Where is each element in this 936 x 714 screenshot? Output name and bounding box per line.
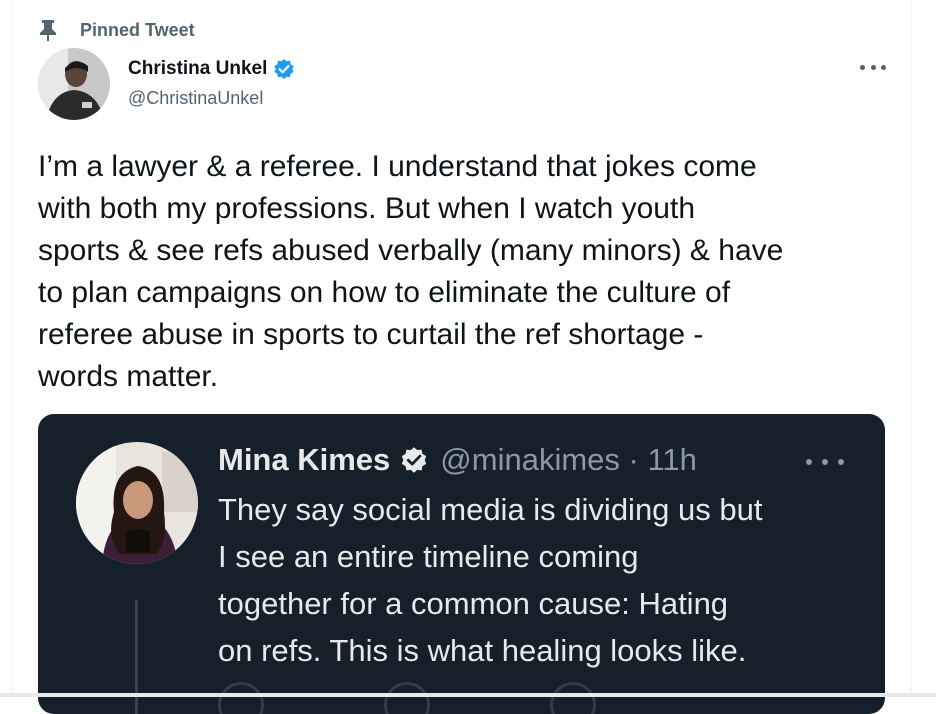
quoted-handle-time[interactable]: @minakimes · 11h (440, 442, 697, 478)
dot (838, 459, 844, 465)
pinned-label: Pinned Tweet (80, 19, 195, 40)
verified-badge-icon (274, 59, 294, 79)
quoted-action-bar (218, 682, 778, 714)
more-options-icon[interactable] (806, 458, 844, 466)
like-icon[interactable] (550, 682, 596, 714)
window-bottom-edge (0, 693, 936, 697)
quoted-author-photo (76, 442, 198, 564)
author-photo (38, 48, 110, 120)
dot (881, 64, 886, 70)
reply-icon[interactable] (218, 682, 264, 714)
quoted-tweet[interactable]: Mina Kimes @minakimes · 11h They say soc… (38, 414, 885, 714)
avatar[interactable] (38, 48, 110, 120)
tweet-text: I’m a lawyer & a referee. I understand t… (38, 150, 784, 393)
author-name[interactable]: Christina Unkel (128, 58, 267, 80)
author-handle[interactable]: @ChristinaUnkel (128, 88, 263, 109)
retweet-icon[interactable] (384, 682, 430, 714)
dot (822, 459, 828, 465)
timeline-border-left (11, 0, 12, 697)
dot (806, 459, 812, 465)
dot (870, 64, 876, 70)
more-options-icon[interactable] (860, 58, 886, 76)
pinned-indicator: Pinned Tweet (38, 18, 195, 42)
quoted-avatar[interactable] (76, 442, 198, 564)
verified-badge-icon (402, 447, 427, 473)
pin-icon (40, 20, 56, 41)
quoted-author-name[interactable]: Mina Kimes (218, 442, 390, 478)
dot (860, 64, 865, 70)
timeline-border-right (911, 0, 912, 697)
quoted-tweet-text: They say social media is dividing us but… (218, 492, 763, 668)
